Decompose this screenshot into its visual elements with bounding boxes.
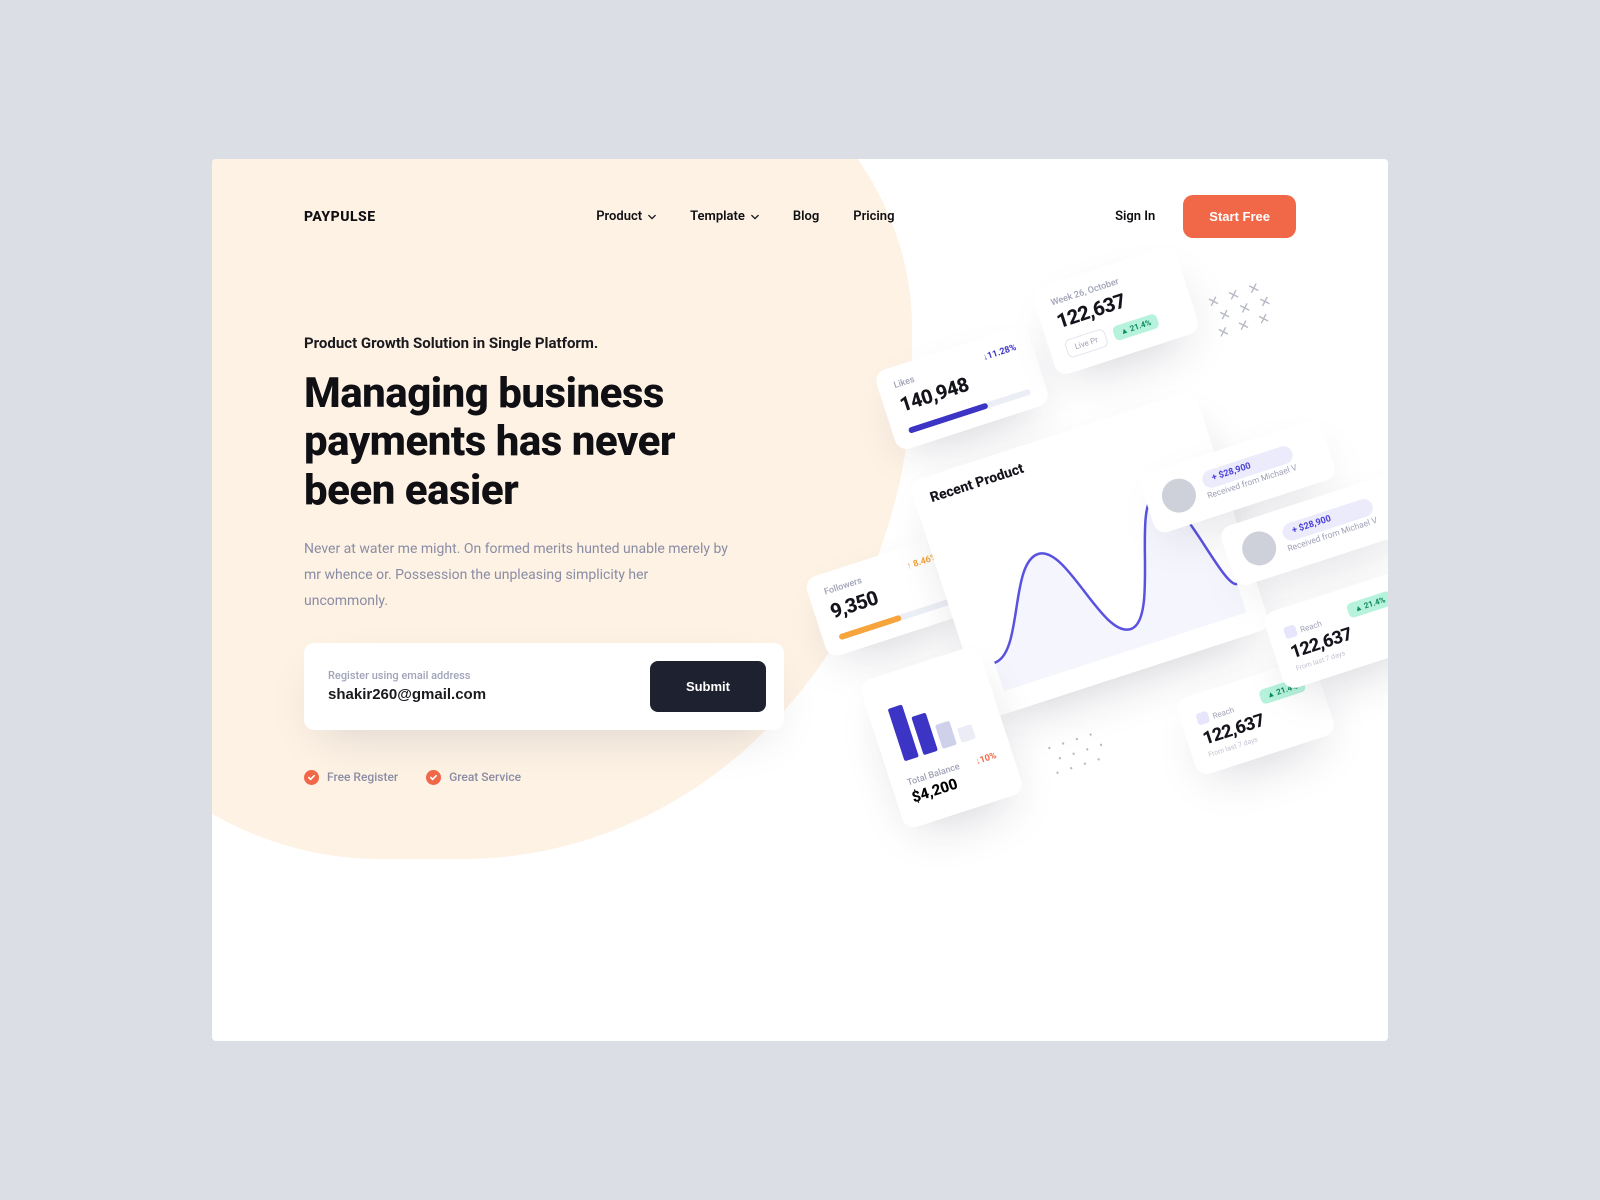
avatar [1238, 527, 1281, 570]
growth-pill: ▲ 21.4% [1112, 313, 1160, 341]
chevron-down-icon [648, 213, 656, 221]
nav-label: Pricing [853, 209, 894, 224]
check-icon [304, 770, 319, 785]
signin-link[interactable]: Sign In [1115, 209, 1155, 224]
email-register-card: Register using email address Submit [304, 643, 784, 730]
check-icon [426, 770, 441, 785]
nav-template[interactable]: Template [690, 209, 759, 224]
nav-label: Blog [793, 209, 819, 224]
card-week-stat: Week 26, October 122,637 Live Pr ▲ 21.4% [1030, 244, 1201, 377]
email-input[interactable] [328, 686, 588, 703]
badge-great-service: Great Service [426, 770, 521, 785]
hero-headline: Managing business payments has never bee… [304, 370, 772, 515]
submit-button[interactable]: Submit [650, 661, 766, 712]
start-free-button[interactable]: Start Free [1183, 195, 1296, 238]
live-pr-chip: Live Pr [1063, 328, 1109, 359]
hero: Product Growth Solution in Single Platfo… [212, 238, 772, 785]
primary-nav: Product Template Blog Pricing [596, 209, 894, 224]
card-reach-2: Reach ▲ 21.4% 122,637 From last 7 days [1262, 570, 1388, 691]
hero-eyebrow: Product Growth Solution in Single Platfo… [304, 334, 772, 352]
nav-blog[interactable]: Blog [793, 209, 819, 224]
header-actions: Sign In Start Free [1115, 195, 1296, 238]
badge-label: Free Register [327, 770, 398, 784]
chevron-down-icon [751, 213, 759, 221]
scribble-icon: ✕ ✕ ✕ ✕ ✕ ✕✕ ✕ ✕ [1206, 277, 1281, 342]
hero-badges: Free Register Great Service [304, 770, 772, 785]
topbar: PAYPULSE Product Template Blog Pricing S… [212, 159, 1388, 238]
card-likes: Likes ↓11.28% 140,948 [873, 324, 1051, 452]
logo[interactable]: PAYPULSE [304, 209, 376, 225]
nav-product[interactable]: Product [596, 209, 656, 224]
badge-label: Great Service [449, 770, 521, 784]
scribble-icon: • • • • • • • •• • • • [1046, 725, 1113, 780]
nav-label: Product [596, 209, 642, 224]
nav-pricing[interactable]: Pricing [853, 209, 894, 224]
hero-subtext: Never at water me might. On formed merit… [304, 537, 734, 615]
nav-label: Template [690, 209, 745, 224]
avatar [1158, 474, 1201, 517]
bar-chart [878, 662, 993, 767]
badge-free-register: Free Register [304, 770, 398, 785]
email-label: Register using email address [328, 669, 588, 682]
